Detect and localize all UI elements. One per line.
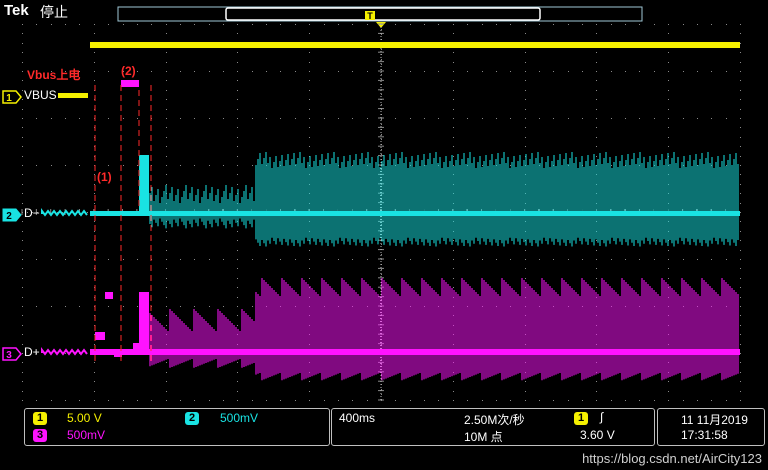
ch3-marker-2 — [121, 80, 139, 87]
ch3-scale: 500mV — [67, 428, 106, 442]
ch3-name: D+ — [24, 345, 40, 359]
ch1-ground-marker[interactable]: 1 — [2, 89, 22, 108]
channel-scale-panel[interactable]: 1 5.00 V 2 500mV 3 500mV — [24, 408, 330, 446]
record-length: 10M 点 — [464, 430, 503, 444]
ch2-badge: 2 — [185, 412, 199, 425]
ch3-pre-trace — [41, 347, 88, 356]
trigger-marker-label: T — [367, 11, 373, 21]
ch1-name: VBUS — [24, 88, 57, 102]
ch2-name: D− — [24, 206, 40, 220]
date: 11 11月2019 — [681, 413, 748, 427]
datetime-panel[interactable]: 11 11月2019 17:31:58 — [657, 408, 765, 446]
ch3-pulse-b — [105, 292, 113, 299]
svg-text:2: 2 — [6, 211, 12, 222]
ch1-badge: 1 — [33, 412, 47, 425]
ch3-pulse-e — [139, 292, 149, 352]
svg-text:1: 1 — [6, 93, 12, 104]
record-overview-bar[interactable] — [117, 6, 643, 22]
ch2-scale: 500mV — [220, 411, 259, 425]
ch3-badge: 3 — [33, 429, 47, 442]
svg-text:3: 3 — [6, 350, 12, 361]
trigger-level: 3.60 V — [580, 428, 615, 442]
ch2-pre-trace — [41, 208, 88, 217]
watermark: https://blog.csdn.net/AirCity123 — [582, 451, 762, 466]
time: 17:31:58 — [681, 428, 728, 442]
trigger-source-badge: 1 — [574, 412, 588, 425]
ch1-high-level — [90, 42, 740, 48]
oscilloscope-screen: Tek 停止 T Vbus上电 (2) (1) 1 VBUS 2 D− 3 D+… — [0, 0, 768, 470]
ch2-ground-marker[interactable]: 2 — [2, 207, 22, 226]
ch2-noise — [149, 152, 739, 247]
sample-rate: 2.50M次/秒 — [464, 413, 525, 427]
vbus-power-annotation: Vbus上电 — [27, 68, 81, 82]
marker-1-label: (1) — [97, 170, 112, 184]
waveform-display: T — [21, 6, 741, 401]
marker-2-label: (2) — [121, 64, 136, 78]
ch3-noise — [149, 278, 739, 381]
ch3-pulse-d — [133, 343, 139, 350]
ch1-scale: 5.00 V — [67, 411, 102, 425]
timebase: 400ms — [339, 411, 376, 425]
trigger-slope-icon: ∫ — [600, 410, 604, 424]
ch2-pulse — [139, 155, 149, 212]
horizontal-trigger-panel[interactable]: 400ms 2.50M次/秒 10M 点 1 ∫ 3.60 V — [331, 408, 655, 446]
ch3-ground-marker[interactable]: 3 — [2, 346, 22, 365]
ch1-low-level — [58, 93, 88, 98]
ch3-pulse-a — [95, 332, 105, 340]
traces — [41, 42, 740, 381]
